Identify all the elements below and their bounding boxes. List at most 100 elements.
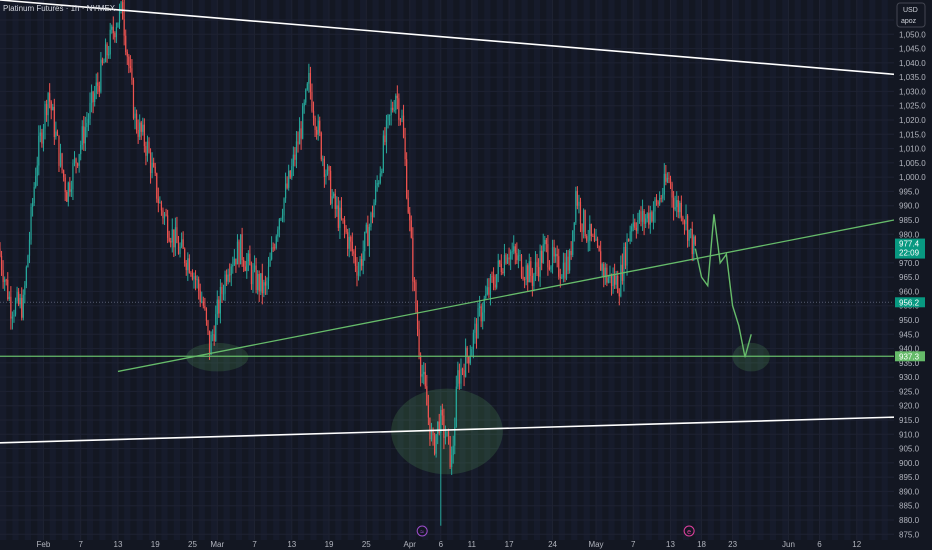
support-highlight	[732, 342, 770, 372]
candle-body	[375, 185, 377, 203]
event-marker-2[interactable]: e	[683, 525, 695, 537]
y-tick-label: 920.0	[899, 402, 920, 411]
candle-body	[536, 262, 538, 268]
candle-body	[604, 267, 606, 277]
candle-body	[100, 59, 102, 92]
candle-body	[323, 158, 325, 178]
session-band	[869, 0, 876, 540]
x-tick-label: Feb	[37, 540, 51, 549]
session-band	[757, 0, 764, 540]
candle-body	[90, 91, 93, 103]
candle-body	[10, 296, 12, 319]
candle-body	[208, 330, 211, 355]
chart-area[interactable]: 875.0 880.0 885.0 890.0 895.0 900.0 905.0 910.0…	[0, 0, 932, 550]
candle-body	[75, 158, 77, 164]
candle-body	[8, 296, 10, 299]
candle-body	[525, 265, 527, 280]
session-band	[384, 0, 392, 540]
session-band	[583, 0, 590, 540]
candle-body	[685, 215, 687, 225]
candle-body	[252, 269, 254, 285]
candle-body	[510, 251, 512, 260]
candle-body	[666, 177, 668, 182]
candle-body	[531, 275, 533, 286]
candle-body	[694, 236, 696, 245]
candle-body	[623, 247, 625, 281]
y-tick-label: 885.0	[899, 502, 920, 511]
candle-body	[378, 182, 380, 184]
session-band	[260, 0, 267, 540]
session-band	[682, 0, 690, 540]
candle-body	[471, 349, 473, 356]
candle-body	[207, 320, 209, 331]
candle-body	[477, 308, 479, 339]
candle-body	[66, 191, 68, 202]
candle-body	[537, 267, 540, 277]
price-tag-value: 977.4	[899, 240, 920, 249]
session-band	[74, 0, 81, 540]
candle-body	[524, 279, 526, 281]
candle-body	[412, 237, 414, 282]
candle-body	[154, 166, 156, 174]
event-marker-symbol: e	[687, 529, 691, 536]
candle-body	[468, 356, 470, 364]
y-tick-label: 890.0	[899, 487, 920, 496]
candle-body	[370, 212, 372, 227]
candle-body	[243, 259, 245, 267]
candle-body	[357, 271, 360, 276]
candle-body	[280, 218, 282, 220]
candle-body	[637, 219, 639, 231]
x-tick-label: 13	[114, 540, 123, 549]
x-tick-label: 6	[439, 540, 444, 549]
x-tick-label: 12	[852, 540, 861, 549]
candle-body	[373, 202, 375, 218]
candle-body	[232, 264, 234, 267]
y-tick-label: 875.0	[899, 530, 920, 539]
candle-body	[303, 102, 305, 107]
candle-body	[612, 274, 614, 287]
session-band	[24, 0, 32, 540]
candle-body	[570, 250, 572, 255]
session-band	[596, 0, 603, 540]
candle-body	[551, 247, 554, 267]
currency-button[interactable]: USD apoz	[896, 2, 926, 28]
candle-body	[392, 107, 394, 111]
candle-body	[359, 259, 361, 272]
candle-body	[215, 314, 217, 341]
candle-body	[269, 259, 271, 267]
candle-body	[492, 276, 495, 285]
session-band	[149, 0, 156, 540]
candle-body	[50, 101, 52, 111]
candle-body	[229, 274, 231, 276]
session-band	[807, 0, 814, 540]
candle-body	[662, 194, 664, 199]
candle-body	[671, 183, 673, 198]
session-band	[819, 0, 826, 540]
candle-body	[292, 154, 294, 167]
candle-body	[508, 257, 510, 260]
x-tick-label: 6	[817, 540, 822, 549]
y-tick-label: 980.0	[899, 230, 920, 239]
candle-body	[500, 263, 502, 272]
session-band	[571, 0, 578, 540]
session-band	[397, 0, 404, 540]
candle-body	[39, 132, 41, 136]
candle-body	[146, 141, 149, 156]
candle-body	[112, 26, 114, 34]
candle-body	[367, 224, 369, 246]
candle-body	[362, 251, 364, 266]
session-band	[347, 0, 354, 540]
event-marker-1[interactable]: ≈	[416, 525, 428, 537]
candle-body	[316, 129, 318, 135]
x-tick-label: 7	[631, 540, 636, 549]
candle-body	[180, 239, 183, 247]
y-tick-label: 910.0	[899, 430, 920, 439]
candle-body	[686, 215, 689, 241]
candle-body	[73, 158, 76, 164]
candle-body	[638, 211, 641, 220]
candle-body	[212, 334, 214, 336]
candle-body	[399, 119, 402, 121]
candle-body	[235, 258, 237, 265]
candle-body	[517, 255, 519, 261]
y-tick-label: 945.0	[899, 330, 920, 339]
